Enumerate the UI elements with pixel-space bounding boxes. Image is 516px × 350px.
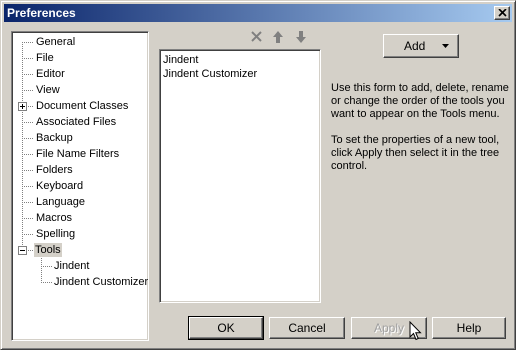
add-button[interactable]: Add: [383, 34, 459, 58]
tree-branch: [22, 122, 34, 123]
tree-item-label: Jindent: [54, 260, 90, 272]
tree-item-view[interactable]: View: [12, 83, 142, 99]
tree-branch: [22, 170, 34, 171]
tools-toolbar: [159, 26, 321, 48]
cancel-button[interactable]: Cancel: [269, 317, 345, 339]
tree-item-label: File: [36, 52, 54, 64]
tree-item-label: Associated Files: [36, 116, 117, 128]
move-up-icon[interactable]: [270, 29, 286, 45]
ok-button[interactable]: OK: [188, 316, 264, 340]
tree-item-label: Keyboard: [36, 180, 84, 192]
preferences-dialog: Preferences General File Editor View Doc…: [0, 0, 516, 350]
expand-plus-icon[interactable]: [18, 102, 27, 111]
preferences-tree[interactable]: General File Editor View Document Classe…: [11, 31, 149, 341]
dropdown-arrow-icon: [442, 44, 449, 48]
tree-item-label: Folders: [36, 164, 73, 176]
info-paragraph: To set the properties of a new tool, cli…: [331, 134, 500, 172]
close-icon: [498, 9, 507, 17]
delete-icon[interactable]: [249, 29, 265, 45]
tree-item-language[interactable]: Language: [12, 195, 142, 211]
tree-item-label: View: [36, 84, 60, 96]
tree-item-label: Spelling: [36, 228, 76, 240]
tree-item-file[interactable]: File: [12, 51, 142, 67]
tree-item-label: Editor: [36, 68, 65, 80]
tree-branch: [22, 74, 34, 75]
close-button[interactable]: [494, 6, 510, 20]
tree-branch: [26, 106, 34, 107]
tree-item-document-classes[interactable]: Document Classes: [12, 99, 142, 115]
tools-list[interactable]: Jindent Jindent Customizer: [159, 49, 321, 303]
tree-item-associated-files[interactable]: Associated Files: [12, 115, 142, 131]
window-title: Preferences: [7, 6, 76, 20]
move-down-icon[interactable]: [293, 29, 309, 45]
tree-item-jindent-customizer[interactable]: Jindent Customizer: [12, 275, 148, 291]
tree-item-general[interactable]: General: [12, 35, 142, 51]
add-button-label: Add: [404, 39, 426, 53]
help-button[interactable]: Help: [432, 317, 506, 339]
tree-branch: [41, 282, 52, 283]
apply-button-label: Apply: [373, 321, 405, 335]
tree-item-editor[interactable]: Editor: [12, 67, 142, 83]
list-item[interactable]: Jindent: [163, 53, 198, 67]
title-bar[interactable]: Preferences: [4, 4, 512, 22]
tree-item-label: Tools: [34, 243, 62, 257]
tree-branch: [22, 138, 34, 139]
tree-branch: [22, 234, 34, 235]
list-item[interactable]: Jindent Customizer: [163, 67, 257, 81]
tree-branch: [26, 250, 34, 251]
collapse-minus-icon[interactable]: [18, 246, 27, 255]
tree-branch: [22, 186, 34, 187]
tree-item-folders[interactable]: Folders: [12, 163, 142, 179]
ok-button-label: OK: [217, 321, 235, 335]
tree-branch: [22, 42, 34, 43]
tree-item-label: File Name Filters: [36, 148, 120, 160]
tree-item-keyboard[interactable]: Keyboard: [12, 179, 142, 195]
cancel-button-label: Cancel: [288, 321, 326, 335]
info-text: Use this form to add, delete, rename or …: [331, 82, 511, 186]
tree-item-label: General: [36, 36, 76, 48]
tree-item-label: Language: [36, 196, 85, 208]
help-button-label: Help: [456, 321, 482, 335]
tree-item-spelling[interactable]: Spelling: [12, 227, 142, 243]
tree-item-backup[interactable]: Backup: [12, 131, 142, 147]
tree-item-label: Document Classes: [36, 100, 129, 112]
tree-item-label: Backup: [36, 132, 73, 144]
mouse-cursor-icon: [409, 321, 422, 341]
tree-item-macros[interactable]: Macros: [12, 211, 142, 227]
tree-item-file-name-filters[interactable]: File Name Filters: [12, 147, 142, 163]
tree-branch: [22, 202, 34, 203]
tree-branch: [22, 218, 34, 219]
tree-item-label: Jindent Customizer: [54, 276, 149, 288]
tree-branch: [22, 58, 34, 59]
tree-branch: [22, 90, 34, 91]
tree-item-jindent[interactable]: Jindent: [12, 259, 142, 275]
info-paragraph: Use this form to add, delete, rename or …: [331, 82, 509, 120]
tree-item-tools[interactable]: Tools: [12, 243, 142, 259]
tree-branch: [41, 266, 52, 267]
tree-branch: [22, 154, 34, 155]
tree-item-label: Macros: [36, 212, 73, 224]
